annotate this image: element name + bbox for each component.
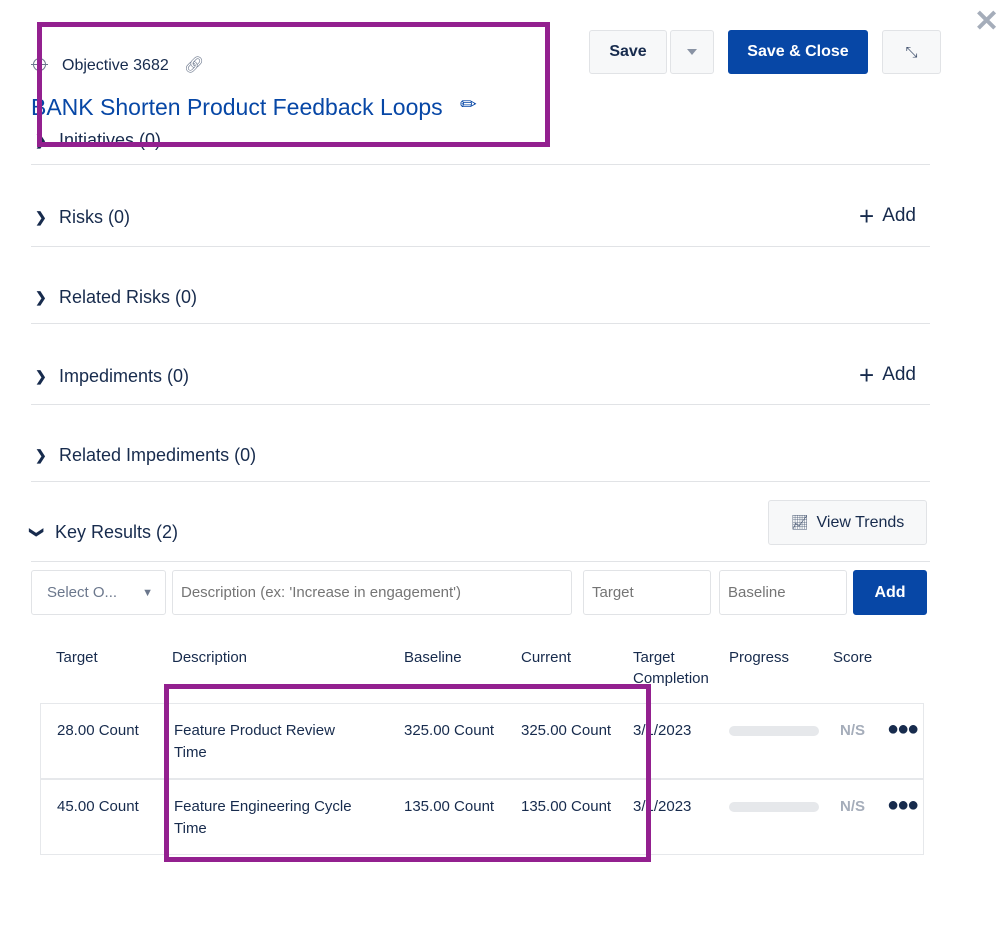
column-score: Score xyxy=(833,649,873,666)
view-trends-button[interactable]: 📈︎ View Trends xyxy=(768,500,927,545)
progress-bar xyxy=(729,726,819,736)
baseline-input[interactable] xyxy=(719,570,847,615)
expand-icon: ⤡ xyxy=(905,43,918,61)
pencil-icon[interactable]: ✏︎ xyxy=(460,92,477,117)
section-related-impediments[interactable]: ❯ Related Impediments (0) xyxy=(31,405,930,482)
expand-button[interactable]: ⤡ xyxy=(882,30,941,74)
score-badge: N/S xyxy=(840,722,866,739)
save-close-button[interactable]: Save & Close xyxy=(728,30,868,74)
chevron-right-icon: ❯ xyxy=(35,289,47,305)
section-label: Initiatives (0) xyxy=(59,130,162,150)
column-target: Target xyxy=(56,649,98,666)
column-baseline: Baseline xyxy=(404,649,462,666)
add-key-result-button[interactable]: Add xyxy=(853,570,927,615)
table-row[interactable]: 45.00 Count Feature Engineering Cycle Tim… xyxy=(40,779,924,855)
cell-baseline: 325.00 Count xyxy=(404,722,495,739)
plus-icon: + xyxy=(859,360,875,390)
chevron-right-icon: ❯ xyxy=(35,447,47,463)
link-icon[interactable]: 🔗︎ xyxy=(184,55,204,75)
cell-current: 135.00 Count xyxy=(521,798,612,815)
column-current: Current xyxy=(521,649,572,666)
chevron-right-icon: ❯ xyxy=(35,368,47,384)
cell-current: 325.00 Count xyxy=(521,722,612,739)
more-options-icon[interactable]: ●●● xyxy=(887,794,919,817)
cell-baseline: 135.00 Count xyxy=(404,798,495,815)
cell-target: 45.00 Count xyxy=(57,798,139,815)
add-risk-button[interactable]: + Add xyxy=(859,203,916,229)
section-risks[interactable]: ❯ Risks (0) + Add xyxy=(31,165,930,247)
caret-down-icon: ▼ xyxy=(142,586,153,599)
section-label: Impediments (0) xyxy=(59,366,190,386)
chart-icon: 📈︎ xyxy=(790,514,809,530)
cell-target: 28.00 Count xyxy=(57,722,139,739)
select-objective-dropdown[interactable]: Select O... ▼ xyxy=(31,570,166,615)
chevron-down-icon: ❯ xyxy=(29,526,46,539)
crosshair-icon xyxy=(31,56,48,73)
cell-target-completion: 3/1/2023 xyxy=(633,798,692,815)
section-label: Key Results (2) xyxy=(55,522,179,542)
save-button[interactable]: Save xyxy=(589,30,667,74)
page-title: BANK Shorten Product Feedback Loops xyxy=(31,94,443,120)
chevron-right-icon: ❯ xyxy=(35,132,47,148)
section-impediments[interactable]: ❯ Impediments (0) + Add xyxy=(31,324,930,405)
close-icon[interactable]: ✕ xyxy=(974,4,999,39)
column-description: Description xyxy=(172,649,248,666)
section-initiatives[interactable]: ❯ Initiatives (0) xyxy=(31,120,930,165)
column-target-completion: Target Completion xyxy=(633,649,709,687)
target-input[interactable] xyxy=(583,570,711,615)
description-input[interactable] xyxy=(172,570,572,615)
add-impediment-button[interactable]: + Add xyxy=(859,362,916,388)
cell-description: Feature Engineering Cycle Time xyxy=(174,798,352,837)
section-label: Related Impediments (0) xyxy=(59,445,257,465)
plus-icon: + xyxy=(859,201,875,231)
section-label: Related Risks (0) xyxy=(59,287,198,307)
column-progress: Progress xyxy=(729,649,790,666)
cell-description: Feature Product Review Time xyxy=(174,722,335,761)
score-badge: N/S xyxy=(840,798,866,815)
cell-target-completion: 3/1/2023 xyxy=(633,722,692,739)
caret-down-icon xyxy=(687,49,697,55)
chevron-right-icon: ❯ xyxy=(35,209,47,225)
section-label: Risks (0) xyxy=(59,207,130,227)
save-options-dropdown[interactable] xyxy=(670,30,714,74)
more-options-icon[interactable]: ●●● xyxy=(887,718,919,741)
table-row[interactable]: 28.00 Count Feature Product Review Time 3… xyxy=(40,703,924,779)
section-related-risks[interactable]: ❯ Related Risks (0) xyxy=(31,247,930,324)
objective-id: Objective 3682 xyxy=(62,57,169,74)
progress-bar xyxy=(729,802,819,812)
